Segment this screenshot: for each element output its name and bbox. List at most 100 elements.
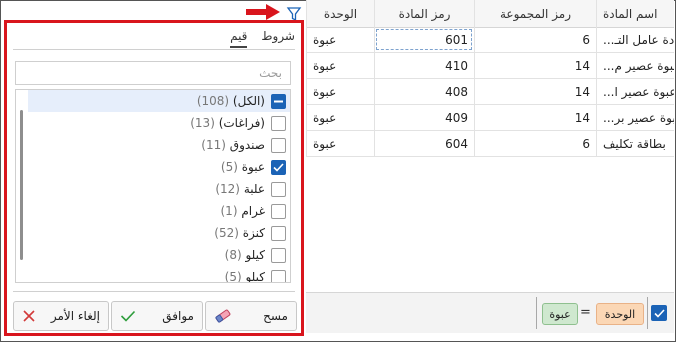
tab-values[interactable]: قيم bbox=[230, 29, 248, 48]
column-header-unit[interactable]: الوحدة bbox=[306, 0, 374, 27]
ok-button[interactable]: موافق bbox=[111, 301, 203, 331]
cell-unit[interactable]: عبوة bbox=[306, 131, 374, 156]
column-header-group[interactable]: رمز المجموعة bbox=[474, 0, 596, 27]
check-icon bbox=[653, 308, 665, 318]
item-count: (52) bbox=[214, 226, 239, 240]
filter-enabled-checkbox[interactable] bbox=[651, 305, 667, 321]
item-label: علبة bbox=[243, 182, 265, 196]
cell-unit[interactable]: عبوة bbox=[306, 105, 374, 130]
checkbox[interactable] bbox=[271, 247, 286, 263]
checkbox[interactable] bbox=[271, 203, 286, 219]
annotation-arrow-icon bbox=[246, 4, 280, 20]
table-row[interactable]: عبوة 410 14 عبوة عصير م... bbox=[306, 53, 674, 79]
cell-group[interactable]: 6 bbox=[474, 131, 596, 156]
filter-bar: الوحدة = عبوة bbox=[306, 292, 674, 333]
checkbox[interactable] bbox=[271, 137, 286, 153]
cell-group[interactable]: 14 bbox=[474, 53, 596, 78]
close-icon bbox=[23, 310, 35, 322]
cell-unit[interactable]: عبوة bbox=[306, 53, 374, 78]
table-row[interactable]: عبوة 601 6 مادة عامل التـ... bbox=[306, 27, 674, 53]
list-item[interactable]: غرام (1) bbox=[28, 200, 290, 222]
item-count: (108) bbox=[196, 94, 230, 108]
cell-name[interactable]: عبوة عصير بر... bbox=[596, 105, 674, 130]
item-count: (1) bbox=[220, 204, 238, 218]
item-label: صندوق bbox=[229, 138, 265, 152]
item-text: كيلو (5) bbox=[225, 270, 265, 283]
eraser-icon bbox=[215, 309, 231, 323]
table-row[interactable]: عبوة 408 14 عبوة عصير ا... bbox=[306, 79, 674, 105]
list-item[interactable]: صندوق (11) bbox=[28, 134, 290, 156]
values-list[interactable]: (الكل) (108) (فراغات) (13) صندوق (11) عب… bbox=[15, 89, 291, 283]
cell-name[interactable]: مادة عامل التـ... bbox=[596, 27, 674, 52]
minus-icon bbox=[274, 100, 283, 102]
cell-unit[interactable]: عبوة bbox=[306, 27, 374, 52]
cell-group[interactable]: 6 bbox=[474, 27, 596, 52]
item-label: (فراغات) bbox=[218, 116, 265, 130]
column-header-name[interactable]: اسم المادة bbox=[596, 0, 674, 27]
cell-code[interactable]: 604 bbox=[374, 131, 474, 156]
checkbox[interactable] bbox=[271, 181, 286, 197]
item-text: كيلو (8) bbox=[225, 248, 265, 262]
cancel-label: إلغاء الأمر bbox=[50, 309, 100, 323]
item-count: (11) bbox=[201, 138, 226, 152]
item-label: كيلو bbox=[245, 270, 265, 283]
cell-code[interactable]: 601 bbox=[374, 27, 474, 52]
checkbox[interactable] bbox=[271, 93, 286, 109]
list-item[interactable]: (فراغات) (13) bbox=[28, 112, 290, 134]
item-label: (الكل) bbox=[232, 94, 265, 108]
filter-operator[interactable]: = bbox=[580, 305, 591, 320]
item-label: عبوة bbox=[241, 160, 265, 174]
check-icon bbox=[273, 162, 284, 172]
filter-tabs: شروط قيم bbox=[230, 29, 295, 48]
item-count: (13) bbox=[190, 116, 215, 130]
item-count: (12) bbox=[215, 182, 240, 196]
checkbox[interactable] bbox=[271, 159, 286, 175]
list-item[interactable]: كيلو (8) bbox=[28, 244, 290, 266]
filter-field-chip[interactable]: الوحدة bbox=[596, 303, 644, 325]
column-header-code[interactable]: رمز المادة bbox=[374, 0, 474, 27]
clear-label: مسح bbox=[263, 309, 288, 323]
cell-name[interactable]: عبوة عصير ا... bbox=[596, 79, 674, 104]
item-text: (الكل) (108) bbox=[197, 94, 265, 108]
item-count: (5) bbox=[220, 160, 238, 174]
filter-popup: شروط قيم (الكل) (108) (فراغات) (13) صندو… bbox=[4, 20, 304, 336]
cell-name[interactable]: بطاقة تكليف bbox=[596, 131, 674, 156]
cell-code[interactable]: 410 bbox=[374, 53, 474, 78]
checkbox[interactable] bbox=[271, 269, 286, 282]
tab-conditions[interactable]: شروط bbox=[261, 29, 295, 48]
filter-value-chip[interactable]: عبوة bbox=[542, 303, 578, 325]
list-item[interactable]: (الكل) (108) bbox=[28, 90, 290, 112]
item-text: علبة (12) bbox=[215, 182, 265, 196]
table-row[interactable]: عبوة 604 6 بطاقة تكليف bbox=[306, 131, 674, 157]
cancel-button[interactable]: إلغاء الأمر bbox=[13, 301, 109, 331]
list-scrollbar[interactable] bbox=[20, 110, 23, 260]
list-item[interactable]: كنزة (52) bbox=[28, 222, 290, 244]
grid-header: الوحدة رمز المادة رمز المجموعة اسم الماد… bbox=[306, 0, 674, 28]
item-label: غرام bbox=[241, 204, 265, 218]
item-text: عبوة (5) bbox=[221, 160, 265, 174]
cell-name[interactable]: عبوة عصير م... bbox=[596, 53, 674, 78]
cell-group[interactable]: 14 bbox=[474, 105, 596, 130]
table-row[interactable]: عبوة 409 14 عبوة عصير بر... bbox=[306, 105, 674, 131]
cell-group[interactable]: 14 bbox=[474, 79, 596, 104]
clear-button[interactable]: مسح bbox=[205, 301, 297, 331]
item-label: كيلو bbox=[245, 248, 265, 262]
button-divider bbox=[13, 291, 295, 292]
list-item[interactable]: عبوة (5) bbox=[28, 156, 290, 178]
cell-unit[interactable]: عبوة bbox=[306, 79, 374, 104]
item-text: غرام (1) bbox=[220, 204, 265, 218]
list-item[interactable]: علبة (12) bbox=[28, 178, 290, 200]
checkbox[interactable] bbox=[271, 115, 286, 131]
cell-code[interactable]: 409 bbox=[374, 105, 474, 130]
ok-label: موافق bbox=[162, 309, 194, 323]
checkbox[interactable] bbox=[271, 225, 286, 241]
item-label: كنزة bbox=[242, 226, 265, 240]
item-count: (8) bbox=[224, 248, 242, 262]
search-input[interactable] bbox=[15, 61, 291, 85]
tab-divider bbox=[13, 49, 295, 50]
item-text: صندوق (11) bbox=[201, 138, 265, 152]
item-text: كنزة (52) bbox=[214, 226, 265, 240]
check-icon bbox=[120, 310, 136, 322]
list-item[interactable]: كيلو (5) bbox=[28, 266, 290, 283]
cell-code[interactable]: 408 bbox=[374, 79, 474, 104]
